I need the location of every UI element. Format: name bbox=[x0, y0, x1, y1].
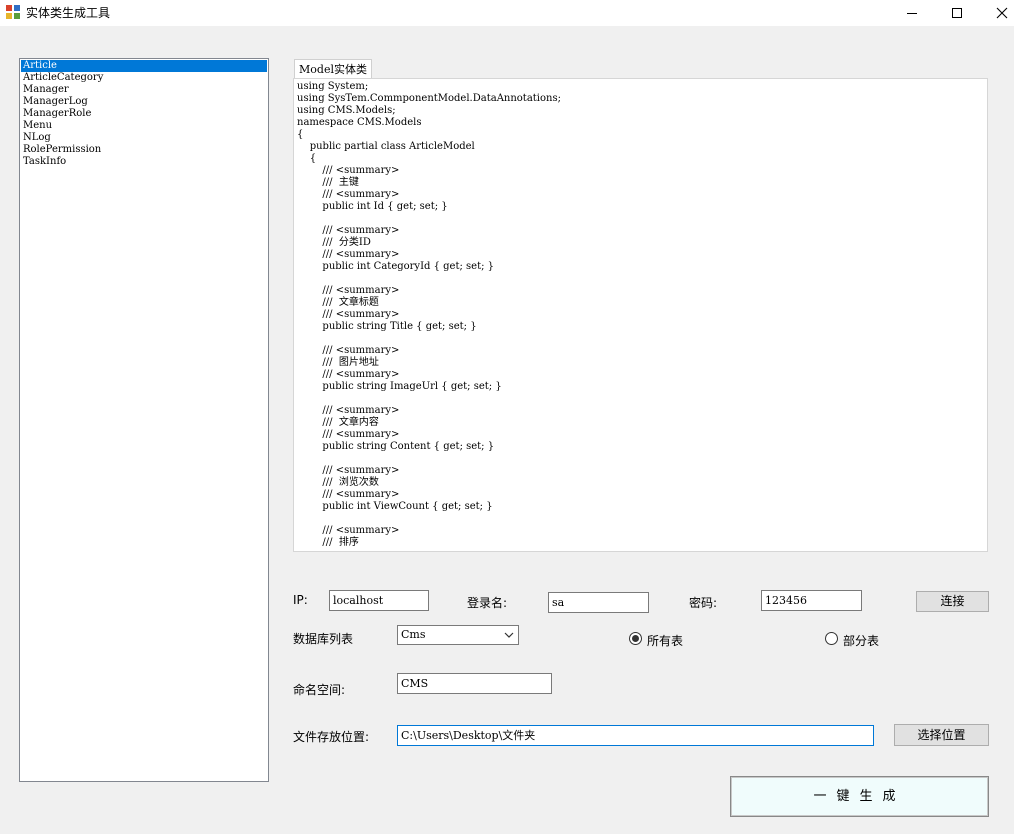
radio-partial-tables[interactable] bbox=[825, 632, 838, 645]
radio-selected-dot bbox=[632, 635, 639, 642]
login-label: 登录名: bbox=[467, 596, 508, 610]
radio-all-label: 所有表 bbox=[647, 634, 684, 648]
code-line: /// <summary> bbox=[297, 429, 400, 440]
code-line: public int ViewCount { get; set; } bbox=[297, 501, 493, 512]
app-icon bbox=[6, 5, 20, 19]
code-line: /// 图片地址 bbox=[297, 357, 379, 368]
list-item[interactable]: NLog bbox=[21, 132, 267, 144]
code-line: /// <summary> bbox=[297, 285, 400, 296]
password-label: 密码: bbox=[689, 596, 718, 610]
list-item[interactable]: ArticleCategory bbox=[21, 72, 267, 84]
code-line: namespace CMS.Models bbox=[297, 117, 422, 128]
code-line: /// <summary> bbox=[297, 369, 400, 380]
table-listbox[interactable]: Article ArticleCategory Manager ManagerL… bbox=[19, 58, 269, 782]
list-item[interactable]: RolePermission bbox=[21, 144, 267, 156]
database-select[interactable]: Cms bbox=[397, 625, 519, 645]
list-item[interactable]: TaskInfo bbox=[21, 156, 267, 168]
code-line: /// 浏览次数 bbox=[297, 477, 379, 488]
choose-location-button[interactable]: 选择位置 bbox=[894, 724, 989, 746]
tab-model[interactable]: Model实体类 bbox=[294, 59, 372, 79]
ip-label: IP: bbox=[293, 593, 308, 607]
title-bar: 实体类生成工具 bbox=[0, 0, 1014, 26]
list-item[interactable]: Menu bbox=[21, 120, 267, 132]
database-select-value: Cms bbox=[401, 628, 426, 641]
code-line: public string Content { get; set; } bbox=[297, 441, 495, 452]
code-line: /// <summary> bbox=[297, 465, 400, 476]
minimize-button[interactable] bbox=[889, 0, 935, 26]
code-line: using SysTem.CommponentModel.DataAnnotat… bbox=[297, 93, 561, 104]
code-line: /// 分类ID bbox=[297, 237, 371, 248]
code-line: /// <summary> bbox=[297, 489, 400, 500]
close-button[interactable] bbox=[979, 0, 1014, 26]
namespace-field[interactable]: CMS bbox=[397, 673, 552, 694]
generate-button[interactable]: 一键生成 bbox=[730, 776, 989, 817]
password-field[interactable]: 123456 bbox=[761, 590, 862, 611]
list-item[interactable]: Article bbox=[21, 60, 267, 72]
file-location-label: 文件存放位置: bbox=[293, 730, 370, 744]
code-line: using CMS.Models; bbox=[297, 105, 396, 116]
code-line: public string Title { get; set; } bbox=[297, 321, 477, 332]
code-line: /// <summary> bbox=[297, 345, 400, 356]
file-location-field[interactable]: C:\Users\Desktop\文件夹 bbox=[397, 725, 874, 746]
code-line: /// <summary> bbox=[297, 189, 400, 200]
minimize-icon bbox=[907, 12, 917, 14]
login-field[interactable]: sa bbox=[548, 592, 649, 613]
code-line: { bbox=[297, 153, 317, 164]
code-line: public partial class ArticleModel bbox=[297, 141, 475, 152]
ip-field[interactable]: localhost bbox=[329, 590, 429, 611]
radio-partial-label: 部分表 bbox=[843, 634, 880, 648]
code-line: public string ImageUrl { get; set; } bbox=[297, 381, 502, 392]
code-line: /// 主键 bbox=[297, 177, 359, 188]
code-line: using System; bbox=[297, 81, 369, 92]
code-line: /// 排序 bbox=[297, 537, 359, 548]
connect-button[interactable]: 连接 bbox=[916, 591, 989, 612]
code-line: { bbox=[297, 129, 304, 140]
radio-all-tables[interactable] bbox=[629, 632, 642, 645]
list-item[interactable]: ManagerLog bbox=[21, 96, 267, 108]
list-item[interactable]: Manager bbox=[21, 84, 267, 96]
code-preview[interactable]: using System; using SysTem.CommponentMode… bbox=[293, 78, 988, 552]
code-line: /// <summary> bbox=[297, 525, 400, 536]
code-line: /// 文章标题 bbox=[297, 297, 379, 308]
code-line: /// <summary> bbox=[297, 309, 400, 320]
code-line: /// <summary> bbox=[297, 165, 400, 176]
maximize-icon bbox=[952, 8, 962, 18]
maximize-button[interactable] bbox=[934, 0, 980, 26]
code-line: /// 文章内容 bbox=[297, 417, 379, 428]
database-label: 数据库列表 bbox=[293, 632, 354, 646]
code-line: /// <summary> bbox=[297, 225, 400, 236]
namespace-label: 命名空间: bbox=[293, 683, 346, 697]
code-line: /// <summary> bbox=[297, 249, 400, 260]
close-icon bbox=[996, 7, 1008, 19]
code-line: /// <summary> bbox=[297, 405, 400, 416]
code-line: public int Id { get; set; } bbox=[297, 201, 448, 212]
list-item[interactable]: ManagerRole bbox=[21, 108, 267, 120]
window-title: 实体类生成工具 bbox=[26, 6, 111, 20]
code-line: public int CategoryId { get; set; } bbox=[297, 261, 495, 272]
code-text: using System; using SysTem.CommponentMode… bbox=[297, 81, 561, 549]
chevron-down-icon bbox=[504, 632, 514, 638]
